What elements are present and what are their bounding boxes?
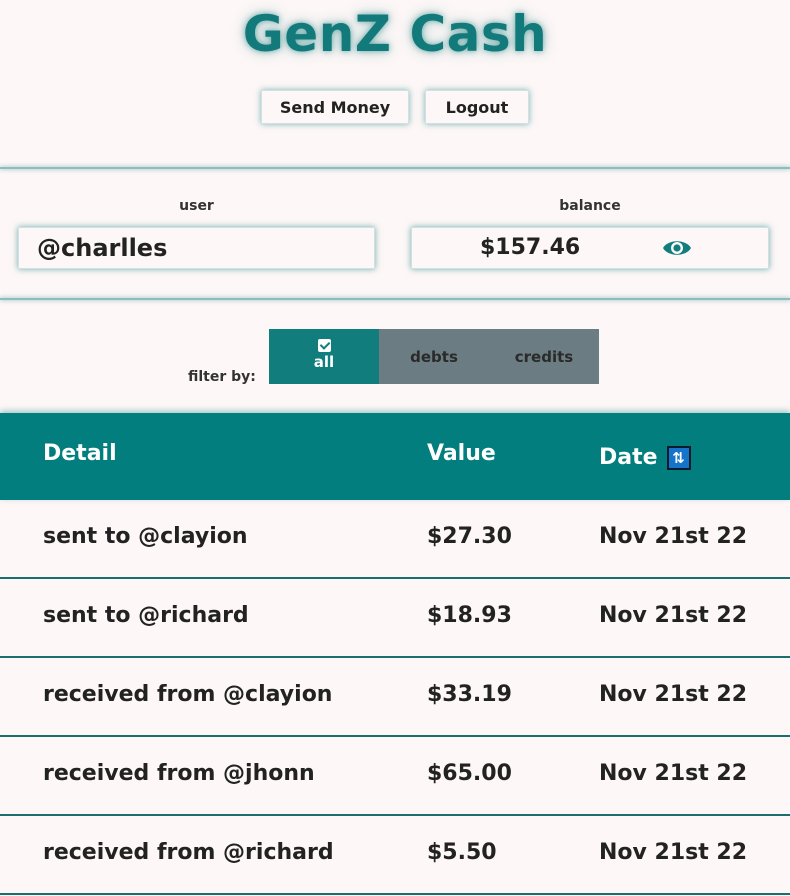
filter-label: filter by: xyxy=(188,369,256,385)
table-row: sent to @clayion $27.30 Nov 21st 22 xyxy=(0,500,790,579)
filter-option-credits[interactable]: credits xyxy=(489,329,599,384)
filter-toggle-group: all debts credits xyxy=(269,329,599,384)
divider-top xyxy=(0,167,790,169)
row-detail: sent to @clayion xyxy=(43,524,248,549)
top-actions: Send Money Logout xyxy=(0,90,790,124)
header-date: Date ⇅ xyxy=(599,443,691,473)
check-icon xyxy=(317,338,331,352)
table-row: received from @clayion $33.19 Nov 21st 2… xyxy=(0,658,790,737)
balance-field: $157.46 xyxy=(411,227,769,269)
row-date: Nov 21st 22 xyxy=(599,524,748,549)
transactions-table: Detail Value Date ⇅ sent to @clayion $27… xyxy=(0,413,790,895)
send-money-button[interactable]: Send Money xyxy=(261,90,409,124)
filter-option-label: debts xyxy=(410,347,458,366)
user-label: user xyxy=(179,198,214,214)
row-value: $27.30 xyxy=(427,524,512,549)
divider-middle xyxy=(0,298,790,300)
header-detail: Detail xyxy=(43,441,117,466)
table-row: sent to @richard $18.93 Nov 21st 22 xyxy=(0,579,790,658)
header-value: Value xyxy=(427,441,496,466)
row-detail: received from @clayion xyxy=(43,682,333,707)
row-detail: sent to @richard xyxy=(43,603,249,628)
eye-icon[interactable] xyxy=(662,237,692,259)
row-date: Nov 21st 22 xyxy=(599,603,748,628)
row-detail: received from @richard xyxy=(43,840,334,865)
table-row: received from @jhonn $65.00 Nov 21st 22 xyxy=(0,737,790,816)
filter-option-label: all xyxy=(313,352,335,371)
row-value: $65.00 xyxy=(427,761,512,786)
app-title: GenZ Cash xyxy=(242,5,548,63)
sort-icon[interactable]: ⇅ xyxy=(666,446,691,470)
user-field: @charlles xyxy=(18,227,375,269)
filter-option-debts[interactable]: debts xyxy=(379,329,489,384)
table-header: Detail Value Date ⇅ xyxy=(0,413,790,500)
logout-button[interactable]: Logout xyxy=(425,90,529,124)
header-date-label: Date xyxy=(599,445,658,470)
balance-label: balance xyxy=(559,198,621,214)
filter-option-label: credits xyxy=(514,347,574,366)
row-value: $18.93 xyxy=(427,603,512,628)
user-value: @charlles xyxy=(37,234,168,262)
row-detail: received from @jhonn xyxy=(43,761,315,786)
row-date: Nov 21st 22 xyxy=(599,761,748,786)
filter-option-all[interactable]: all xyxy=(269,329,379,384)
balance-value: $157.46 xyxy=(480,235,581,260)
row-value: $5.50 xyxy=(427,840,497,865)
table-row: received from @richard $5.50 Nov 21st 22 xyxy=(0,816,790,895)
row-date: Nov 21st 22 xyxy=(599,840,748,865)
row-date: Nov 21st 22 xyxy=(599,682,748,707)
row-value: $33.19 xyxy=(427,682,512,707)
